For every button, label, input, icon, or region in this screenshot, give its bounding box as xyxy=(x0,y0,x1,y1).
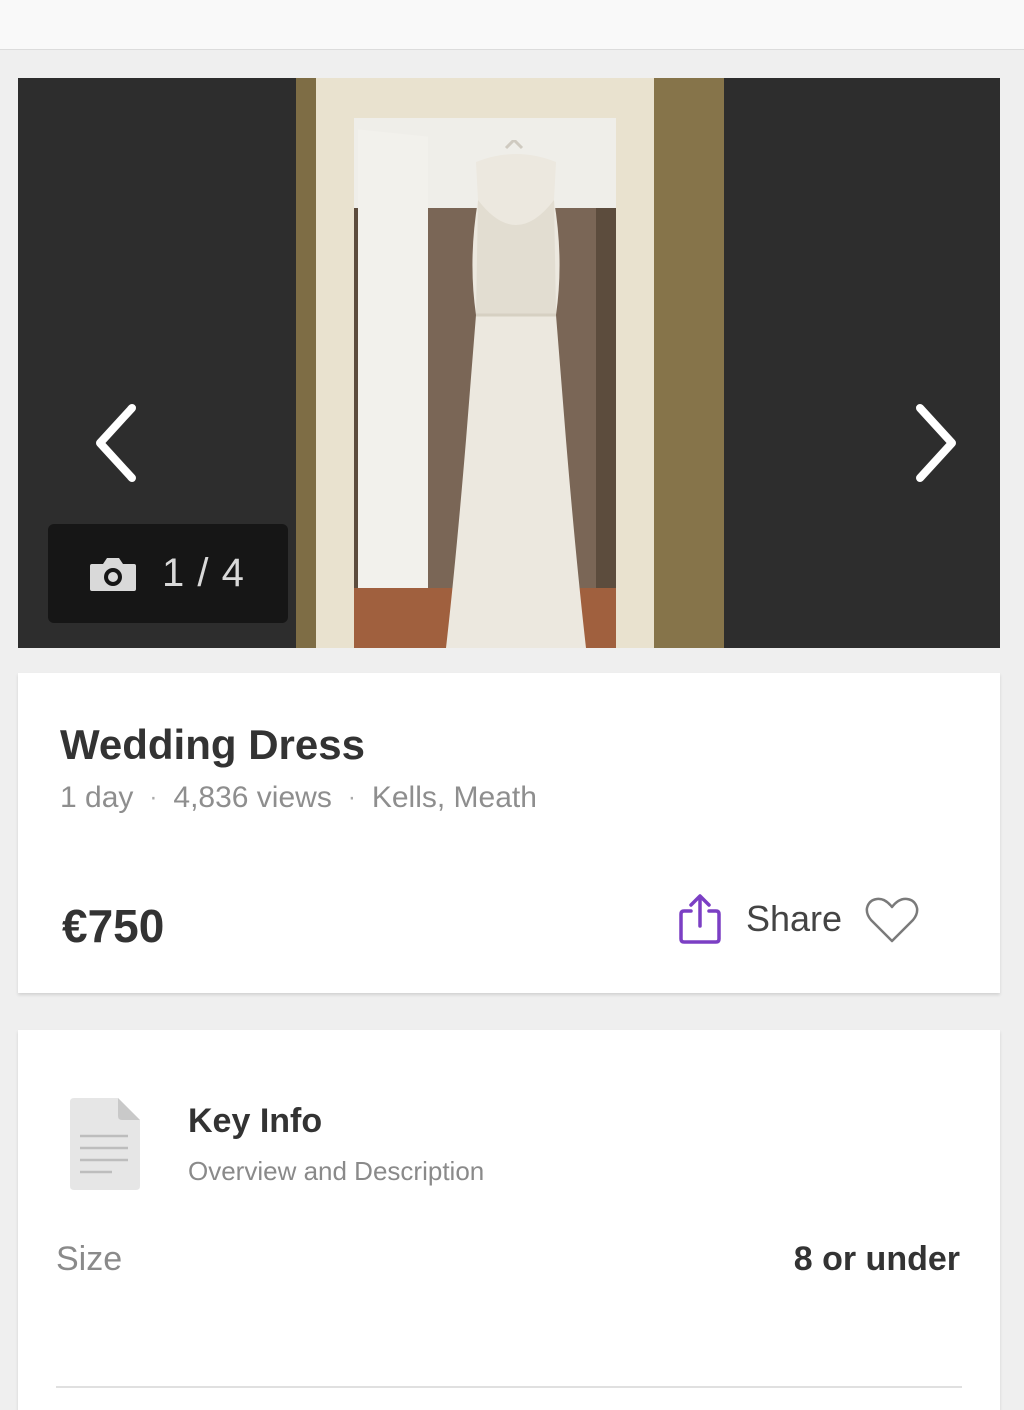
key-info-subtitle: Overview and Description xyxy=(188,1156,485,1186)
listing-photo[interactable] xyxy=(296,78,724,648)
listing-meta: 1 day · 4,836 views · Kells, Meath xyxy=(60,781,537,815)
heart-icon[interactable] xyxy=(864,895,920,945)
meta-separator: · xyxy=(347,784,356,811)
camera-icon xyxy=(88,554,138,594)
size-value: 8 or under xyxy=(793,1240,960,1278)
listing-views: 4,836 views xyxy=(173,781,332,814)
chevron-right-icon xyxy=(916,404,956,482)
photo-count-text: 1 / 4 xyxy=(162,551,245,595)
document-icon xyxy=(70,1098,140,1190)
key-info-title: Key Info xyxy=(188,1102,323,1140)
share-button[interactable]: Share xyxy=(678,891,842,947)
previous-photo-button[interactable] xyxy=(86,398,146,488)
meta-separator: · xyxy=(149,784,158,811)
key-info-card: Key Info Overview and Description Size 8… xyxy=(18,1030,1000,1410)
listing-age: 1 day xyxy=(60,781,134,814)
size-label: Size xyxy=(56,1240,123,1278)
next-photo-button[interactable] xyxy=(906,398,966,488)
listing-price: €750 xyxy=(62,900,165,952)
dress-image xyxy=(446,140,586,648)
listing-location[interactable]: Kells, Meath xyxy=(372,781,537,815)
share-icon xyxy=(679,894,721,944)
photo-counter: 1 / 4 xyxy=(48,524,288,623)
chevron-left-icon xyxy=(96,404,136,482)
listing-title: Wedding Dress xyxy=(60,721,365,768)
share-label: Share xyxy=(746,898,843,939)
top-app-bar xyxy=(0,0,1024,50)
divider xyxy=(56,1386,962,1388)
listing-summary-card: Wedding Dress 1 day · 4,836 views · Kell… xyxy=(18,673,1000,993)
